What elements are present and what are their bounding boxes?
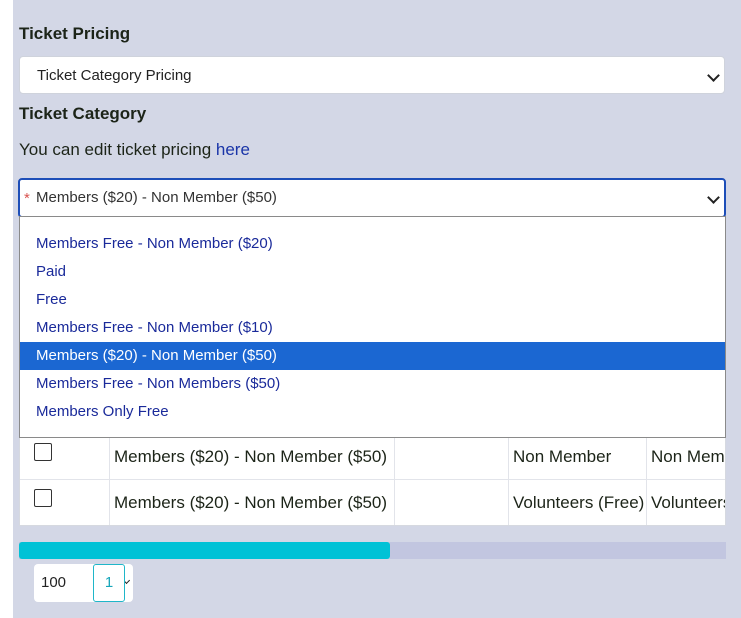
select-cell xyxy=(20,433,110,479)
table-row: Members ($20) - Non Member ($50) Voluntee… xyxy=(20,479,725,525)
edit-pricing-hint: You can edit ticket pricing here xyxy=(19,140,250,160)
table-cell-col3 xyxy=(395,479,509,525)
row-checkbox[interactable] xyxy=(34,443,52,461)
dropdown-option[interactable]: Members Free - Non Member ($10) xyxy=(20,314,725,342)
ticket-pricing-label: Ticket Pricing xyxy=(19,24,131,43)
table-cell-type: Volunteers (Free) xyxy=(509,479,647,525)
page-size-select[interactable]: 100 xyxy=(41,574,66,591)
ticket-category-label: Ticket Category xyxy=(19,104,147,123)
pagination: 100 1 xyxy=(34,564,133,602)
row-checkbox[interactable] xyxy=(34,489,52,507)
table-cell-category: Members ($20) - Non Member ($50) xyxy=(110,433,395,479)
dropdown-option[interactable]: Members ($20) - Non Member ($50) xyxy=(20,342,725,370)
dropdown-option[interactable]: Members Free - Non Members ($50) xyxy=(20,370,725,398)
table-cell-col3 xyxy=(395,433,509,479)
dropdown-option[interactable]: Free xyxy=(20,286,725,314)
table-cell-name: Volunteers xyxy=(647,479,725,525)
ticket-table: Members ($20) - Non Member ($50) Non Memb… xyxy=(19,432,726,526)
page-button-current[interactable]: 1 xyxy=(93,564,125,602)
table-cell-name: Non Member xyxy=(647,433,725,479)
table-row: Members ($20) - Non Member ($50) Non Memb… xyxy=(20,433,725,480)
select-cell xyxy=(20,479,110,525)
table-cell-category: Members ($20) - Non Member ($50) xyxy=(110,479,395,525)
edit-pricing-link[interactable]: here xyxy=(216,140,250,159)
dropdown-option[interactable]: Members Free - Non Member ($20) xyxy=(20,230,725,258)
ticket-category-dropdown: Members Free - Non Member ($20) Paid Free M… xyxy=(19,216,726,438)
dropdown-option[interactable]: Members Only Free xyxy=(20,398,725,426)
dropdown-option[interactable]: Paid xyxy=(20,258,725,286)
chevron-down-icon xyxy=(707,69,720,82)
scroll-progress[interactable] xyxy=(19,542,726,559)
hint-text: You can edit ticket pricing xyxy=(19,140,216,159)
table-cell-type: Non Member xyxy=(509,433,647,479)
dropdown-option[interactable] xyxy=(20,202,725,230)
ticket-pricing-select[interactable]: Ticket Category Pricing xyxy=(19,56,725,94)
ticket-pricing-value: Ticket Category Pricing xyxy=(37,67,192,84)
progress-fill xyxy=(19,542,391,559)
